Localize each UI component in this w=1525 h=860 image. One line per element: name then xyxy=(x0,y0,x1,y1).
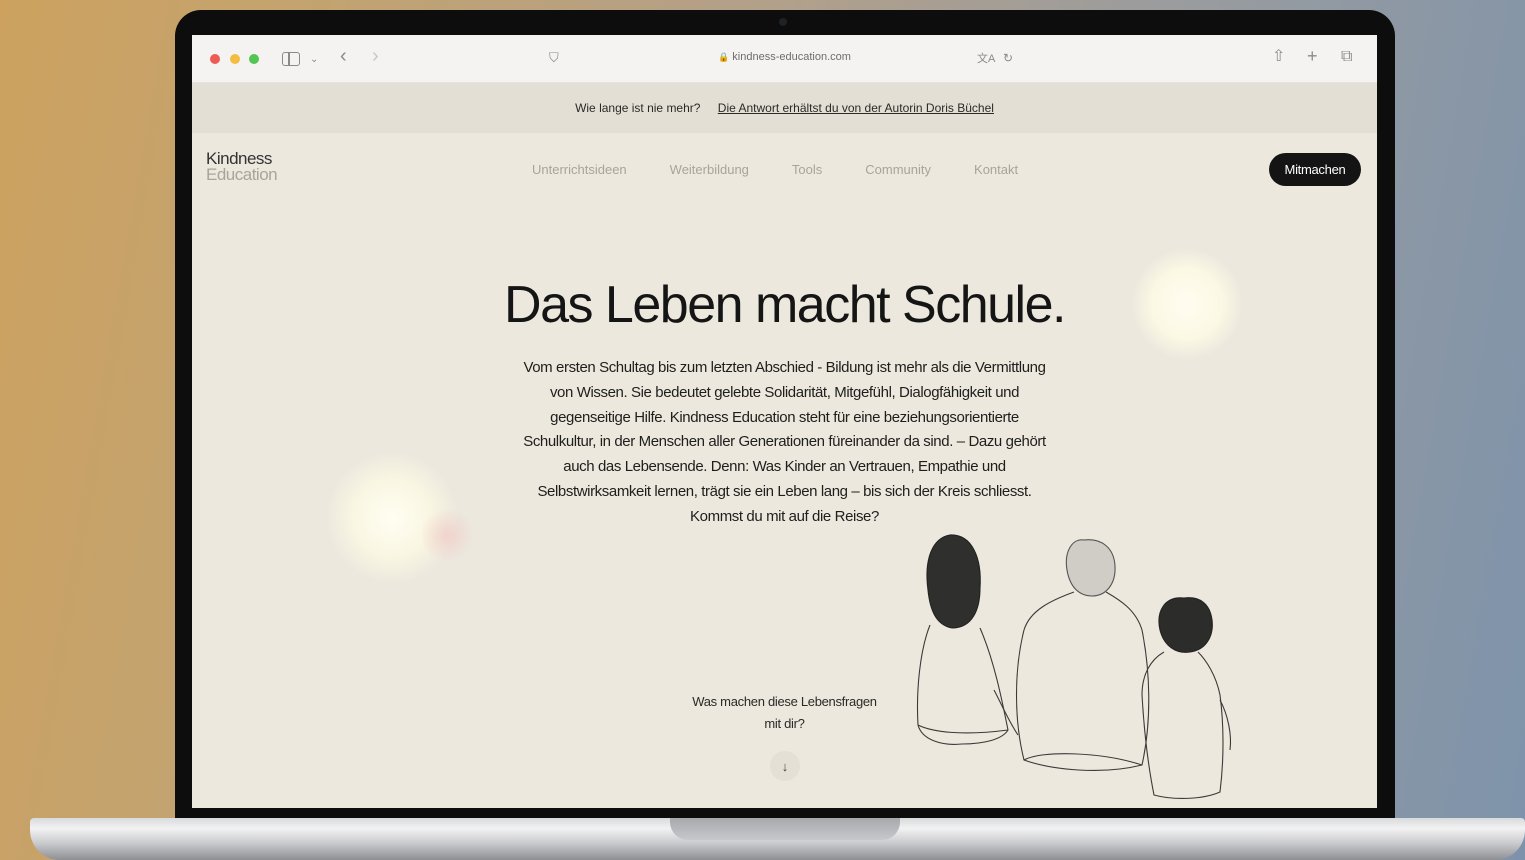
people-illustration xyxy=(916,534,1232,799)
mitmachen-button[interactable]: Mitmachen xyxy=(1269,153,1361,186)
sidebar-icon[interactable] xyxy=(282,52,300,66)
boy-figure-illustration xyxy=(1141,597,1232,799)
close-window-button[interactable] xyxy=(210,54,220,64)
tabs-overview-icon[interactable]: ⧉ xyxy=(1341,47,1352,67)
girl-figure-illustration xyxy=(916,534,1019,745)
share-icon[interactable]: ⇧ xyxy=(1272,47,1285,67)
forward-icon[interactable]: › xyxy=(372,46,379,66)
light-glow-decoration xyxy=(422,505,472,565)
arrow-down-icon: ↓ xyxy=(781,758,789,774)
announcement-link[interactable]: Die Antwort erhältst du von der Autorin … xyxy=(718,101,994,115)
scroll-down-button[interactable]: ↓ xyxy=(770,751,800,781)
grandparent-figure-illustration xyxy=(1015,539,1150,771)
back-icon[interactable]: ‹ xyxy=(340,46,347,66)
hero-title: Das Leben macht Schule. xyxy=(504,276,1066,334)
nav-item-kontakt[interactable]: Kontakt xyxy=(974,162,1018,177)
translate-icon[interactable]: 文A xyxy=(977,49,995,69)
nav-item-community[interactable]: Community xyxy=(865,162,931,177)
browser-window: ⌄ ‹ › ⛉ 🔒 kindness-education.com 文A ↻ ⇧ +… xyxy=(192,35,1377,808)
camera-dot xyxy=(779,18,787,26)
lock-icon: 🔒 xyxy=(718,52,730,62)
scroll-prompt: Was machen diese Lebensfragen mit dir? xyxy=(692,694,877,731)
maximize-window-button[interactable] xyxy=(249,54,259,64)
reload-icon[interactable]: ↻ xyxy=(1003,48,1013,68)
browser-toolbar: ⌄ ‹ › ⛉ 🔒 kindness-education.com 文A ↻ ⇧ +… xyxy=(192,35,1377,83)
nav-item-unterrichtsideen[interactable]: Unterrichtsideen xyxy=(532,162,627,177)
address-bar[interactable]: ⛉ 🔒 kindness-education.com 文A ↻ xyxy=(537,46,1032,72)
laptop-notch xyxy=(670,818,900,840)
new-tab-icon[interactable]: + xyxy=(1307,46,1318,66)
announcement-bar: Wie lange ist nie mehr? Die Antwort erhä… xyxy=(192,83,1377,133)
url-text[interactable]: 🔒 kindness-education.com xyxy=(537,51,1032,63)
chevron-down-icon[interactable]: ⌄ xyxy=(310,50,318,70)
laptop-frame: ⌄ ‹ › ⛉ 🔒 kindness-education.com 文A ↻ ⇧ +… xyxy=(175,10,1395,822)
nav-item-tools[interactable]: Tools xyxy=(792,162,822,177)
nav-item-weiterbildung[interactable]: Weiterbildung xyxy=(670,162,749,177)
main-nav: Unterrichtsideen Weiterbildung Tools Com… xyxy=(532,162,1018,177)
announcement-question: Wie lange ist nie mehr? xyxy=(575,101,701,115)
site-logo[interactable]: Kindness Education xyxy=(206,150,278,183)
minimize-window-button[interactable] xyxy=(230,54,240,64)
